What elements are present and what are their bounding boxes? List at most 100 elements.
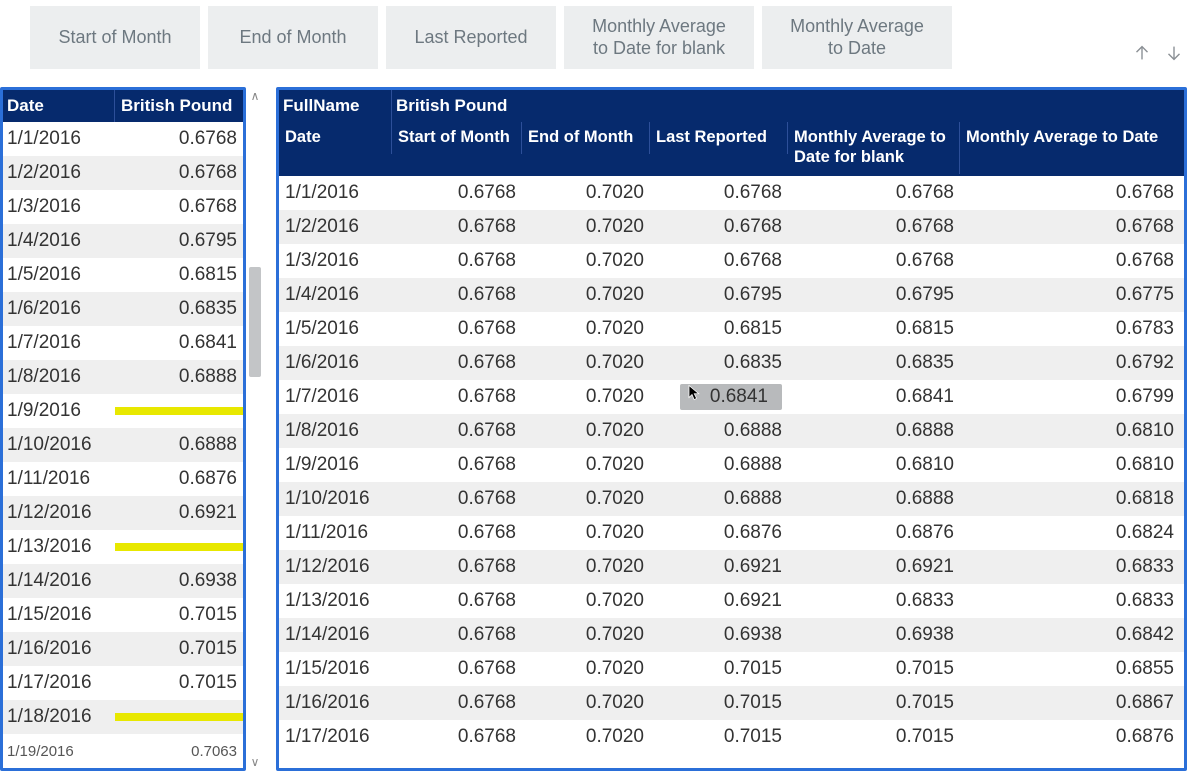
table-row[interactable]: 1/13/2016 bbox=[3, 530, 243, 564]
eom-cell: 0.7020 bbox=[522, 688, 650, 718]
eom-cell: 0.7020 bbox=[522, 382, 650, 412]
right-header-row2: Date Start of Month End of Month Last Re… bbox=[279, 122, 1184, 176]
left-col-date-header[interactable]: Date bbox=[3, 90, 115, 122]
mavgb-cell: 0.6815 bbox=[788, 314, 960, 344]
date-cell: 1/5/2016 bbox=[3, 260, 115, 290]
date-cell: 1/12/2016 bbox=[279, 552, 392, 582]
table-row[interactable]: 1/16/20160.67680.70200.70150.70150.6867 bbox=[279, 686, 1184, 720]
table-row[interactable]: 1/13/20160.67680.70200.69210.68330.6833 bbox=[279, 584, 1184, 618]
value-cell bbox=[115, 713, 243, 721]
table-row[interactable]: 1/6/20160.67680.70200.68350.68350.6792 bbox=[279, 346, 1184, 380]
table-row[interactable]: 1/8/20160.6888 bbox=[3, 360, 243, 394]
som-cell: 0.6768 bbox=[392, 450, 522, 480]
btn-end-of-month[interactable]: End of Month bbox=[208, 6, 378, 69]
table-row[interactable]: 1/14/20160.6938 bbox=[3, 564, 243, 598]
table-row[interactable]: 1/10/20160.67680.70200.68880.68880.6818 bbox=[279, 482, 1184, 516]
table-row[interactable]: 1/6/20160.6835 bbox=[3, 292, 243, 326]
mavg-cell: 0.6810 bbox=[960, 416, 1184, 446]
table-row[interactable]: 1/5/20160.6815 bbox=[3, 258, 243, 292]
lr-cell: 0.6768 bbox=[650, 178, 788, 208]
lr-cell: 0.6876 bbox=[650, 518, 788, 548]
mavg-cell: 0.6792 bbox=[960, 348, 1184, 378]
som-cell: 0.6768 bbox=[392, 518, 522, 548]
table-row[interactable]: 1/15/20160.67680.70200.70150.70150.6855 bbox=[279, 652, 1184, 686]
btn-start-of-month[interactable]: Start of Month bbox=[30, 6, 200, 69]
left-table[interactable]: Date British Pound 1/1/20160.67681/2/201… bbox=[0, 87, 246, 771]
lr-cell: 0.6938 bbox=[650, 620, 788, 650]
table-row[interactable]: 1/1/20160.6768 bbox=[3, 122, 243, 156]
table-row[interactable]: 1/18/2016 bbox=[3, 700, 243, 734]
right-header-row1: FullName British Pound bbox=[279, 90, 1184, 122]
btn-monthly-avg-blank[interactable]: Monthly Average to Date for blank bbox=[564, 6, 754, 69]
value-cell: 0.6876 bbox=[115, 464, 243, 494]
date-cell: 1/11/2016 bbox=[3, 464, 115, 494]
table-row[interactable]: 1/1/20160.67680.70200.67680.67680.6768 bbox=[279, 176, 1184, 210]
lr-cell: 0.6888 bbox=[650, 484, 788, 514]
table-row[interactable]: 1/17/20160.7015 bbox=[3, 666, 243, 700]
table-row[interactable]: 1/19/20160.7063 bbox=[3, 734, 243, 768]
scroll-thumb[interactable] bbox=[249, 267, 261, 377]
table-row[interactable]: 1/4/20160.6795 bbox=[3, 224, 243, 258]
mavgb-cell: 0.6888 bbox=[788, 416, 960, 446]
mavgb-cell: 0.6938 bbox=[788, 620, 960, 650]
table-row[interactable]: 1/11/20160.6876 bbox=[3, 462, 243, 496]
mavgb-cell: 0.6768 bbox=[788, 178, 960, 208]
value-cell: 0.6815 bbox=[115, 260, 243, 290]
lr-cell: 0.6921 bbox=[650, 552, 788, 582]
date-cell: 1/13/2016 bbox=[3, 532, 115, 562]
table-row[interactable]: 1/7/20160.6841 bbox=[3, 326, 243, 360]
col-mavgb-header[interactable]: Monthly Average to Date for blank bbox=[788, 122, 960, 174]
som-cell: 0.6768 bbox=[392, 348, 522, 378]
left-table-scrollbar[interactable]: ∧ ∨ bbox=[246, 87, 264, 771]
scroll-up-icon[interactable]: ∧ bbox=[246, 89, 264, 103]
date-cell: 1/9/2016 bbox=[279, 450, 392, 480]
table-row[interactable]: 1/17/20160.67680.70200.70150.70150.6876 bbox=[279, 720, 1184, 754]
col-som-header[interactable]: Start of Month bbox=[392, 122, 522, 154]
table-row[interactable]: 1/2/20160.67680.70200.67680.67680.6768 bbox=[279, 210, 1184, 244]
drill-down-icon[interactable] bbox=[1163, 42, 1185, 69]
date-cell: 1/15/2016 bbox=[279, 654, 392, 684]
eom-cell: 0.7020 bbox=[522, 416, 650, 446]
btn-monthly-avg[interactable]: Monthly Average to Date bbox=[762, 6, 952, 69]
mavgb-cell: 0.6768 bbox=[788, 246, 960, 276]
table-row[interactable]: 1/10/20160.6888 bbox=[3, 428, 243, 462]
table-row[interactable]: 1/4/20160.67680.70200.67950.67950.6775 bbox=[279, 278, 1184, 312]
mavgb-cell: 0.6810 bbox=[788, 450, 960, 480]
eom-cell: 0.7020 bbox=[522, 212, 650, 242]
table-row[interactable]: 1/12/20160.6921 bbox=[3, 496, 243, 530]
mavg-cell: 0.6768 bbox=[960, 178, 1184, 208]
col-date-header[interactable]: Date bbox=[279, 122, 392, 154]
scroll-down-icon[interactable]: ∨ bbox=[246, 755, 264, 769]
table-row[interactable]: 1/11/20160.67680.70200.68760.68760.6824 bbox=[279, 516, 1184, 550]
btn-last-reported[interactable]: Last Reported bbox=[386, 6, 556, 69]
table-row[interactable]: 1/14/20160.67680.70200.69380.69380.6842 bbox=[279, 618, 1184, 652]
date-cell: 1/9/2016 bbox=[3, 396, 115, 426]
table-row[interactable]: 1/3/20160.67680.70200.67680.67680.6768 bbox=[279, 244, 1184, 278]
col-eom-header[interactable]: End of Month bbox=[522, 122, 650, 154]
date-cell: 1/2/2016 bbox=[279, 212, 392, 242]
left-col-bp-header[interactable]: British Pound bbox=[115, 90, 243, 122]
col-lr-header[interactable]: Last Reported bbox=[650, 122, 788, 154]
table-row[interactable]: 1/5/20160.67680.70200.68150.68150.6783 bbox=[279, 312, 1184, 346]
table-row[interactable]: 1/2/20160.6768 bbox=[3, 156, 243, 190]
table-row[interactable]: 1/15/20160.7015 bbox=[3, 598, 243, 632]
table-row[interactable]: 1/16/20160.7015 bbox=[3, 632, 243, 666]
date-cell: 1/12/2016 bbox=[3, 498, 115, 528]
right-matrix[interactable]: FullName British Pound Date Start of Mon… bbox=[276, 87, 1187, 771]
table-row[interactable]: 1/7/20160.67680.70200.68410.68410.6799 bbox=[279, 380, 1184, 414]
date-cell: 1/16/2016 bbox=[279, 688, 392, 718]
som-cell: 0.6768 bbox=[392, 484, 522, 514]
hovered-cell[interactable]: 0.6841 bbox=[680, 384, 782, 410]
value-cell: 0.7015 bbox=[115, 668, 243, 698]
eom-cell: 0.7020 bbox=[522, 314, 650, 344]
table-row[interactable]: 1/3/20160.6768 bbox=[3, 190, 243, 224]
col-mavg-header[interactable]: Monthly Average to Date bbox=[960, 122, 1184, 154]
value-cell: 0.7015 bbox=[115, 634, 243, 664]
drill-arrows bbox=[1131, 42, 1185, 69]
table-row[interactable]: 1/9/20160.67680.70200.68880.68100.6810 bbox=[279, 448, 1184, 482]
table-row[interactable]: 1/8/20160.67680.70200.68880.68880.6810 bbox=[279, 414, 1184, 448]
som-cell: 0.6768 bbox=[392, 382, 522, 412]
table-row[interactable]: 1/9/2016 bbox=[3, 394, 243, 428]
drill-up-icon[interactable] bbox=[1131, 42, 1153, 69]
table-row[interactable]: 1/12/20160.67680.70200.69210.69210.6833 bbox=[279, 550, 1184, 584]
